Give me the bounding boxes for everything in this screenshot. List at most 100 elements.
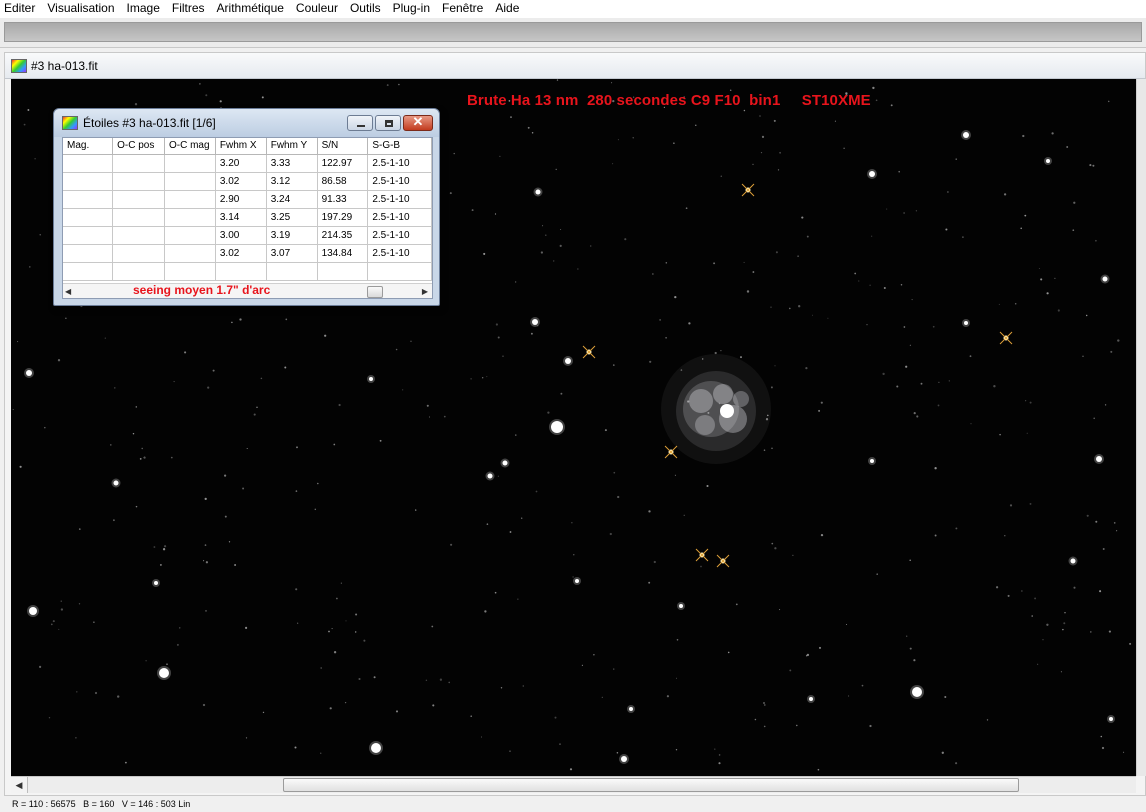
column-header[interactable]: Fwhm X	[215, 138, 267, 155]
menu-item[interactable]: Visualisation	[41, 0, 120, 18]
menu-item[interactable]: Fenêtre	[436, 0, 489, 18]
horizontal-scrollbar[interactable]: ◀	[11, 776, 1136, 793]
faint-star	[545, 234, 547, 236]
faint-star	[78, 603, 81, 605]
faint-star	[453, 152, 455, 155]
minimize-button[interactable]	[347, 115, 373, 131]
faint-star	[1073, 586, 1076, 589]
faint-star	[995, 586, 999, 589]
faint-star	[1051, 132, 1054, 135]
stars-table: Mag. O-C pos O-C mag Fwhm X Fwhm Y S/N S-G-B 3…	[63, 138, 432, 281]
menu-item[interactable]: Filtres	[166, 0, 211, 18]
table-row[interactable]	[63, 262, 432, 281]
faint-star	[761, 135, 765, 138]
table-cell	[164, 172, 216, 191]
faint-star	[909, 559, 911, 562]
faint-star	[617, 495, 620, 499]
menu-item[interactable]: Plug-in	[387, 0, 436, 18]
faint-star	[843, 147, 845, 149]
faint-star	[752, 163, 754, 166]
scroll-left-icon[interactable]: ◀	[65, 284, 71, 298]
vertical-scrollbar[interactable]	[1136, 79, 1146, 776]
faint-star	[898, 170, 900, 173]
faint-star	[763, 725, 766, 728]
faint-star	[612, 163, 614, 165]
faint-star	[39, 665, 42, 669]
faint-star	[141, 447, 143, 450]
faint-star	[1037, 663, 1039, 665]
menu-item[interactable]: Image	[121, 0, 166, 18]
close-button[interactable]: ✕	[403, 114, 433, 131]
faint-star	[482, 377, 484, 379]
table-row[interactable]: 3.14 3.25 197.29 2.5-1-10	[63, 208, 432, 227]
faint-star	[354, 631, 357, 633]
stars-dialog: Étoiles #3 ha-013.fit [1/6] ✕ Mag. O-C po…	[53, 108, 440, 306]
table-cell: 3.25	[266, 208, 318, 227]
table-cell	[215, 262, 267, 281]
menu-item[interactable]: Editer	[0, 0, 41, 18]
table-row[interactable]: 3.20 3.33 122.97 2.5-1-10	[63, 154, 432, 173]
faint-star	[224, 474, 227, 477]
faint-star	[871, 235, 873, 237]
table-cell	[164, 154, 216, 173]
column-header[interactable]: Fwhm Y	[266, 138, 318, 155]
table-header-row: Mag. O-C pos O-C mag Fwhm X Fwhm Y S/N S-G-B	[63, 138, 432, 155]
horizontal-scroll-thumb[interactable]	[283, 778, 1019, 792]
faint-star	[500, 687, 503, 689]
faint-star	[425, 679, 428, 682]
faint-star	[577, 268, 579, 270]
faint-star	[848, 695, 850, 697]
column-header[interactable]: Mag.	[63, 138, 114, 155]
faint-star	[1085, 314, 1088, 317]
table-cell	[112, 226, 165, 245]
faint-star	[866, 324, 868, 326]
faint-star	[139, 457, 142, 460]
stars-dialog-title-bar[interactable]: Étoiles #3 ha-013.fit [1/6] ✕	[54, 109, 439, 137]
document-title-bar[interactable]: #3 ha-013.fit	[5, 53, 1145, 79]
faint-star	[228, 541, 231, 543]
menu-item[interactable]: Arithmétique	[211, 0, 290, 18]
menu-item[interactable]: Couleur	[290, 0, 344, 18]
table-row[interactable]: 3.00 3.19 214.35 2.5-1-10	[63, 226, 432, 245]
menu-item[interactable]: Aide	[489, 0, 525, 18]
table-cell: 2.5-1-10	[367, 226, 432, 245]
bright-star	[964, 321, 968, 325]
faint-star	[331, 628, 333, 630]
table-row[interactable]: 3.02 3.12 86.58 2.5-1-10	[63, 172, 432, 191]
column-header[interactable]: S/N	[317, 138, 369, 155]
table-row[interactable]: 3.02 3.07 134.84 2.5-1-10	[63, 244, 432, 263]
table-cell: 214.35	[317, 226, 369, 245]
faint-star	[559, 743, 561, 745]
table-row[interactable]: 2.90 3.24 91.33 2.5-1-10	[63, 190, 432, 209]
faint-star	[1026, 432, 1028, 434]
faint-star	[934, 534, 937, 537]
maximize-button[interactable]	[375, 115, 401, 131]
faint-star	[759, 115, 761, 117]
faint-star	[616, 751, 619, 754]
column-header[interactable]: S-G-B	[367, 138, 432, 155]
table-cell: 91.33	[317, 190, 369, 209]
faint-star	[611, 82, 613, 84]
bright-star	[679, 604, 683, 608]
menu-item[interactable]: Outils	[344, 0, 387, 18]
faint-star	[1040, 278, 1043, 281]
column-header[interactable]: O-C mag	[164, 138, 216, 155]
column-header[interactable]: O-C pos	[112, 138, 165, 155]
faint-star	[1117, 339, 1120, 342]
dialog-scroll-thumb[interactable]	[367, 286, 383, 298]
bright-star	[869, 171, 875, 177]
bright-star	[502, 460, 508, 466]
faint-star	[509, 531, 512, 533]
faint-star	[752, 271, 755, 273]
faint-star	[234, 564, 237, 566]
faint-star	[882, 372, 885, 376]
faint-star	[1020, 227, 1022, 230]
faint-star	[114, 387, 116, 389]
faint-star	[685, 207, 688, 210]
table-cell: 2.5-1-10	[367, 154, 432, 173]
scroll-left-icon[interactable]: ◀	[11, 777, 28, 793]
faint-star	[60, 608, 64, 611]
faint-star	[955, 158, 957, 160]
faint-star	[1101, 746, 1105, 750]
scroll-right-icon[interactable]: ▶	[422, 284, 428, 298]
